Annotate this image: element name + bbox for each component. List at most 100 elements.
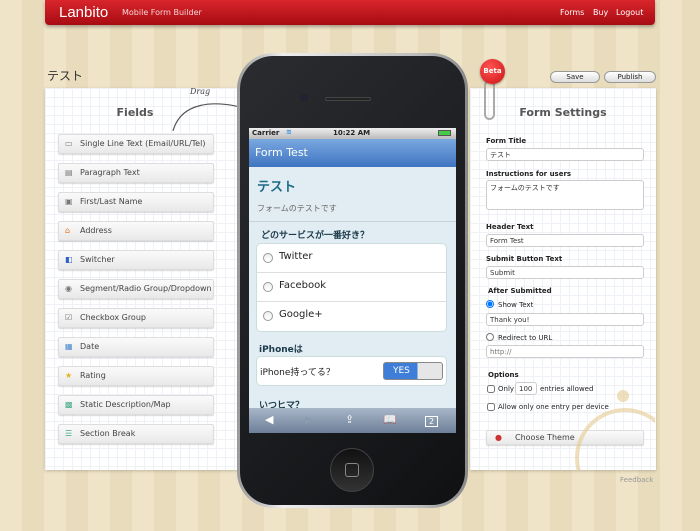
field-button[interactable]: ▤ Paragraph Text bbox=[58, 163, 214, 183]
show-text-radio[interactable] bbox=[486, 300, 494, 308]
header-text-label: Header Text bbox=[486, 223, 534, 231]
options-label: Options bbox=[488, 371, 519, 379]
bookmarks-icon[interactable]: 📖 bbox=[383, 413, 397, 426]
share-icon[interactable]: ⇪ bbox=[345, 413, 354, 426]
nav-buy[interactable]: Buy bbox=[593, 8, 608, 17]
app-header: Lanbito Mobile Form Builder Forms Buy Lo… bbox=[45, 0, 655, 25]
tagline: Mobile Form Builder bbox=[122, 8, 202, 17]
field-label: Single Line Text (Email/URL/Tel) bbox=[80, 139, 206, 148]
battery-icon bbox=[438, 130, 451, 136]
nav-forms[interactable]: Forms bbox=[560, 8, 584, 17]
forward-icon[interactable]: ▶ bbox=[305, 413, 313, 426]
form-nav-bar: Form Test bbox=[249, 139, 456, 167]
field-label: Segment/Radio Group/Dropdown bbox=[80, 284, 212, 293]
radio-icon bbox=[263, 253, 273, 263]
clock: 10:22 AM bbox=[333, 129, 371, 137]
star-icon: ★ bbox=[65, 371, 73, 380]
safari-toolbar: ◀ ▶ ⇪ 📖 2 bbox=[249, 408, 456, 433]
field-button[interactable]: ▦ Date bbox=[58, 337, 214, 357]
back-icon[interactable]: ◀ bbox=[265, 413, 273, 426]
beta-badge: Beta bbox=[480, 59, 505, 84]
status-bar: Carrier ≋ 10:22 AM bbox=[249, 128, 456, 139]
entries-limit-checkbox[interactable] bbox=[487, 385, 495, 393]
switch-icon: ◧ bbox=[65, 255, 73, 264]
form-instructions: フォームのテストです bbox=[257, 204, 337, 213]
switch-row: iPhone持ってる？ YES bbox=[256, 356, 447, 386]
yes-no-toggle[interactable]: YES bbox=[383, 362, 443, 380]
header-text-input[interactable] bbox=[486, 234, 644, 247]
save-button[interactable]: Save bbox=[550, 71, 600, 83]
tabs-icon[interactable]: 2 bbox=[425, 416, 439, 427]
field-label: Rating bbox=[80, 371, 106, 380]
field-label: Static Description/Map bbox=[80, 400, 171, 409]
instructions-textarea[interactable]: フォームのテストです bbox=[486, 180, 644, 210]
name-card-icon: ▣ bbox=[65, 197, 73, 206]
option-label: Google+ bbox=[279, 309, 323, 320]
paperclip-icon bbox=[484, 80, 495, 120]
map-icon: ▩ bbox=[65, 400, 73, 409]
option-label: Twitter bbox=[279, 251, 313, 262]
page-title: テスト bbox=[47, 69, 84, 83]
submit-text-label: Submit Button Text bbox=[486, 255, 563, 263]
after-submitted-label: After Submitted bbox=[488, 287, 552, 295]
camera-icon bbox=[300, 94, 308, 102]
form-title-label: Form Title bbox=[486, 137, 527, 145]
nav-logout[interactable]: Logout bbox=[616, 8, 643, 17]
radio-group: Twitter Facebook Google+ bbox=[256, 243, 447, 332]
question-label: どのサービスが一番好き？ bbox=[261, 231, 370, 241]
field-button[interactable]: ▣ First/Last Name bbox=[58, 192, 214, 212]
radio-icon bbox=[263, 311, 273, 321]
calendar-icon: ▦ bbox=[65, 342, 73, 351]
settings-panel: Form Settings Form Title Instructions fo… bbox=[470, 88, 656, 470]
field-button[interactable]: ★ Rating bbox=[58, 366, 214, 386]
entries-limit-input[interactable] bbox=[515, 382, 537, 395]
publish-button[interactable]: Publish bbox=[604, 71, 656, 83]
field-label: Checkbox Group bbox=[80, 313, 146, 322]
divider bbox=[249, 221, 456, 222]
coffee-stain-icon bbox=[575, 390, 655, 470]
logo[interactable]: Lanbito bbox=[59, 4, 108, 21]
section-label: iPhoneは bbox=[259, 345, 303, 355]
option-facebook[interactable]: Facebook bbox=[257, 273, 446, 302]
radio-icon: ◉ bbox=[65, 284, 72, 293]
carrier-label: Carrier bbox=[252, 129, 280, 137]
palette-icon: ● bbox=[495, 433, 502, 442]
redirect-radio[interactable] bbox=[486, 333, 494, 341]
option-label: Facebook bbox=[279, 280, 326, 291]
redirect-label: Redirect to URL bbox=[498, 334, 553, 342]
field-label: Paragraph Text bbox=[80, 168, 140, 177]
field-button[interactable]: ☑ Checkbox Group bbox=[58, 308, 214, 328]
field-button[interactable]: ◧ Switcher bbox=[58, 250, 214, 270]
house-icon: ⌂ bbox=[65, 226, 71, 235]
textfield-icon: ▭ bbox=[65, 139, 73, 148]
instructions-label: Instructions for users bbox=[486, 170, 572, 178]
field-button[interactable]: ☰ Section Break bbox=[58, 424, 214, 444]
field-label: Date bbox=[80, 342, 100, 351]
switch-label: iPhone持ってる？ bbox=[260, 368, 335, 378]
field-button[interactable]: ▩ Static Description/Map bbox=[58, 395, 214, 415]
field-label: First/Last Name bbox=[80, 197, 143, 206]
phone-screen: Carrier ≋ 10:22 AM Form Test テスト フォームのテス… bbox=[249, 128, 456, 433]
option-twitter[interactable]: Twitter bbox=[257, 244, 446, 273]
form-heading: テスト bbox=[257, 180, 297, 195]
field-button[interactable]: ⌂ Address bbox=[58, 221, 214, 241]
fields-panel: Fields ▭ Single Line Text (Email/URL/Tel)… bbox=[45, 88, 245, 470]
option-google[interactable]: Google+ bbox=[257, 302, 446, 331]
checkbox-icon: ☑ bbox=[65, 313, 73, 322]
field-button[interactable]: ◉ Segment/Radio Group/Dropdown bbox=[58, 279, 214, 299]
field-label: Section Break bbox=[80, 429, 136, 438]
field-label: Address bbox=[80, 226, 112, 235]
form-title-input[interactable] bbox=[486, 148, 644, 161]
section-icon: ☰ bbox=[65, 429, 73, 438]
one-entry-checkbox[interactable] bbox=[487, 403, 495, 411]
speaker-grille bbox=[325, 97, 371, 101]
show-text-input[interactable] bbox=[486, 313, 644, 326]
field-button[interactable]: ▭ Single Line Text (Email/URL/Tel) bbox=[58, 134, 214, 154]
feedback-link[interactable]: Feedback bbox=[620, 476, 653, 484]
radio-icon bbox=[263, 282, 273, 292]
field-label: Switcher bbox=[80, 255, 115, 264]
wifi-icon: ≋ bbox=[286, 128, 292, 136]
home-button[interactable] bbox=[330, 448, 374, 492]
redirect-url-input[interactable] bbox=[486, 345, 644, 358]
submit-text-input[interactable] bbox=[486, 266, 644, 279]
